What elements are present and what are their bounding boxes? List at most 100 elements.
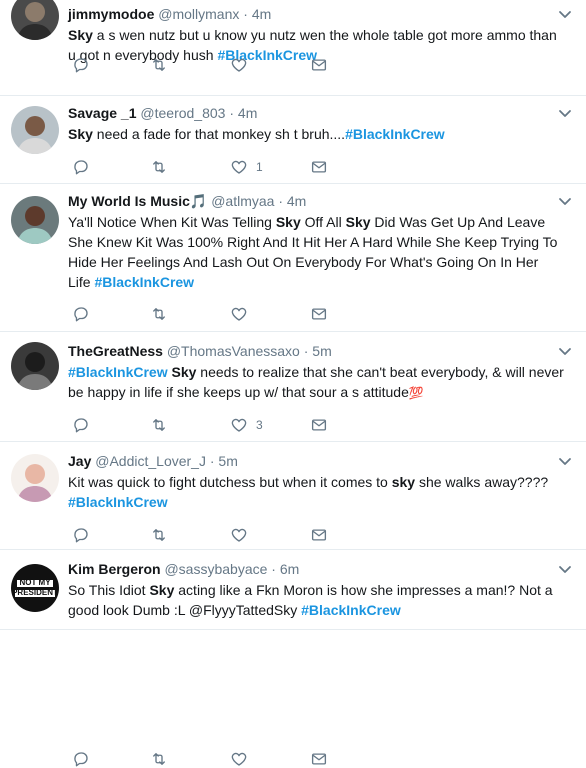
reply-icon [72, 750, 90, 768]
like-button[interactable]: 3 [230, 416, 263, 434]
reply-button[interactable] [72, 305, 90, 323]
tweet-header: My World Is Music🎵 @atlmyaa · 4m [68, 192, 564, 210]
timestamp[interactable]: 5m [218, 453, 237, 469]
retweet-button[interactable] [150, 56, 168, 74]
separator-dot: · [278, 193, 283, 209]
retweet-icon [150, 305, 168, 323]
timestamp[interactable]: 6m [280, 561, 299, 577]
user-handle[interactable]: @atlmyaa [211, 193, 274, 209]
like-button[interactable] [230, 305, 248, 323]
tweet-header: Kim Bergeron @sassybabyace · 6m [68, 560, 564, 578]
like-button[interactable] [230, 750, 248, 768]
dm-icon [310, 158, 328, 176]
display-name[interactable]: My World Is Music [68, 193, 190, 209]
music-note-icon: 🎵 [189, 193, 208, 209]
hashtag-link[interactable]: #BlackInkCrew [68, 494, 168, 510]
reply-button[interactable] [72, 750, 90, 768]
reply-icon [72, 416, 90, 434]
user-handle[interactable]: @mollymanx [158, 6, 239, 22]
tweet-text: Sky need a fade for that monkey sh t bru… [68, 124, 564, 144]
chevron-down-icon[interactable] [558, 344, 572, 358]
text-segment: she walks away???? [415, 474, 549, 490]
user-handle[interactable]: @ThomasVanessaxo [167, 343, 300, 359]
timestamp[interactable]: 4m [238, 105, 257, 121]
user-handle[interactable]: @Addict_Lover_J [95, 453, 206, 469]
reply-icon [72, 56, 90, 74]
reply-icon [72, 526, 90, 544]
like-icon [230, 56, 248, 74]
reply-icon [72, 305, 90, 323]
tweet-text: So This Idiot Sky acting like a Fkn Moro… [68, 580, 564, 620]
dm-button[interactable] [310, 56, 328, 74]
display-name[interactable]: Kim Bergeron [68, 561, 161, 577]
tweet[interactable]: TheGreatNess @ThomasVanessaxo · 5m #Black… [0, 332, 586, 442]
text-segment: Ya'll Notice When Kit Was Telling [68, 214, 276, 230]
separator-dot: · [209, 453, 215, 469]
like-icon [230, 158, 248, 176]
timestamp[interactable]: 4m [252, 6, 271, 22]
chevron-down-icon[interactable] [558, 454, 572, 468]
tweet-header: TheGreatNess @ThomasVanessaxo · 5m [68, 342, 564, 360]
tweet[interactable]: My World Is Music🎵 @atlmyaa · 4m Ya'll No… [0, 184, 586, 332]
tweet[interactable]: Savage _1 @teerod_803 · 4m Sky need a fad… [0, 96, 586, 184]
chevron-down-icon[interactable] [558, 194, 572, 208]
display-name[interactable]: TheGreatNess [68, 343, 163, 359]
tweet-feed: jimmymodoe @mollymanx · 4m Sky a s wen nu… [0, 0, 586, 767]
tweet[interactable]: NOT MY PRESIDENT Kim Bergeron @sassybabya… [0, 550, 586, 767]
reply-button[interactable] [72, 56, 90, 74]
dm-button[interactable] [310, 526, 328, 544]
dm-icon [310, 305, 328, 323]
display-name[interactable]: Savage _1 [68, 105, 137, 121]
tweet[interactable]: jimmymodoe @mollymanx · 4m Sky a s wen nu… [0, 0, 586, 96]
like-icon [230, 750, 248, 768]
display-name[interactable]: Jay [68, 453, 91, 469]
retweet-button[interactable] [150, 158, 168, 176]
chevron-down-icon[interactable] [558, 7, 572, 21]
dm-button[interactable] [310, 158, 328, 176]
user-handle[interactable]: @teerod_803 [140, 105, 225, 121]
hashtag-link[interactable]: #BlackInkCrew [94, 274, 194, 290]
like-button[interactable] [230, 56, 248, 74]
dm-button[interactable] [310, 305, 328, 323]
avatar[interactable] [11, 106, 59, 154]
text-segment: need a fade for that monkey sh t bruh...… [92, 126, 346, 142]
user-handle[interactable]: @sassybabyace [164, 561, 267, 577]
avatar[interactable] [11, 342, 59, 390]
avatar[interactable] [11, 196, 59, 244]
highlighted-keyword: Sky [345, 214, 371, 230]
like-icon [230, 416, 248, 434]
tweet-text: Ya'll Notice When Kit Was Telling Sky Of… [68, 212, 564, 292]
dm-icon [310, 750, 328, 768]
reply-button[interactable] [72, 416, 90, 434]
reply-button[interactable] [72, 158, 90, 176]
highlighted-keyword: Sky [68, 126, 93, 142]
tweet-text: #BlackInkCrew Sky needs to realize that … [68, 362, 564, 403]
tweet[interactable]: Jay @Addict_Lover_J · 5m Kit was quick to… [0, 442, 586, 550]
display-name[interactable]: jimmymodoe [68, 6, 154, 22]
timestamp[interactable]: 5m [312, 343, 331, 359]
chevron-down-icon[interactable] [558, 106, 572, 120]
avatar[interactable]: NOT MY PRESIDENT [11, 564, 59, 612]
avatar[interactable] [11, 454, 59, 502]
reply-button[interactable] [72, 526, 90, 544]
highlighted-keyword: Sky [171, 364, 197, 380]
like-button[interactable] [230, 526, 248, 544]
retweet-button[interactable] [150, 750, 168, 768]
tweet-header: jimmymodoe @mollymanx · 4m [68, 5, 564, 23]
separator-dot: · [271, 561, 276, 577]
chevron-down-icon[interactable] [558, 562, 572, 576]
hashtag-link[interactable]: #BlackInkCrew [345, 126, 445, 142]
retweet-button[interactable] [150, 416, 168, 434]
highlighted-keyword: sky [391, 474, 416, 490]
retweet-button[interactable] [150, 526, 168, 544]
retweet-button[interactable] [150, 305, 168, 323]
dm-button[interactable] [310, 416, 328, 434]
tweet-header: Savage _1 @teerod_803 · 4m [68, 104, 564, 122]
timestamp[interactable]: 4m [287, 193, 306, 209]
dm-button[interactable] [310, 750, 328, 768]
hashtag-link[interactable]: #BlackInkCrew [68, 364, 168, 380]
like-button[interactable]: 1 [230, 158, 263, 176]
retweet-icon [150, 56, 168, 74]
avatar[interactable] [11, 0, 59, 40]
separator-dot: · [243, 6, 248, 22]
